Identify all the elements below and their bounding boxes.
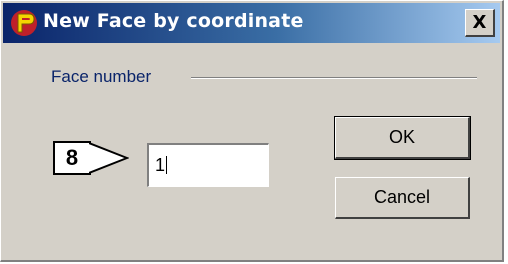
arrow-right-icon [89, 142, 129, 174]
face-number-input[interactable]: 1 [147, 143, 269, 187]
window-title: New Face by coordinate [43, 10, 304, 32]
title-bar[interactable]: New Face by coordinate X [3, 3, 500, 43]
cancel-button-label: Cancel [373, 187, 431, 207]
step-callout: 8 [53, 141, 129, 175]
ok-button[interactable]: OK [334, 116, 471, 160]
step-number-badge: 8 [53, 141, 91, 175]
close-button[interactable]: X [465, 9, 495, 37]
cancel-button[interactable]: Cancel [335, 177, 470, 219]
step-number: 8 [65, 145, 79, 170]
app-logo-icon [11, 10, 37, 36]
close-icon: X [472, 11, 487, 33]
group-divider [191, 77, 477, 79]
text-caret [166, 156, 168, 174]
face-number-value: 1 [155, 155, 166, 175]
face-number-group-label: Face number [51, 67, 158, 87]
dialog-window: New Face by coordinate X Face number 8 1… [0, 0, 504, 262]
ok-button-label: OK [388, 127, 415, 147]
